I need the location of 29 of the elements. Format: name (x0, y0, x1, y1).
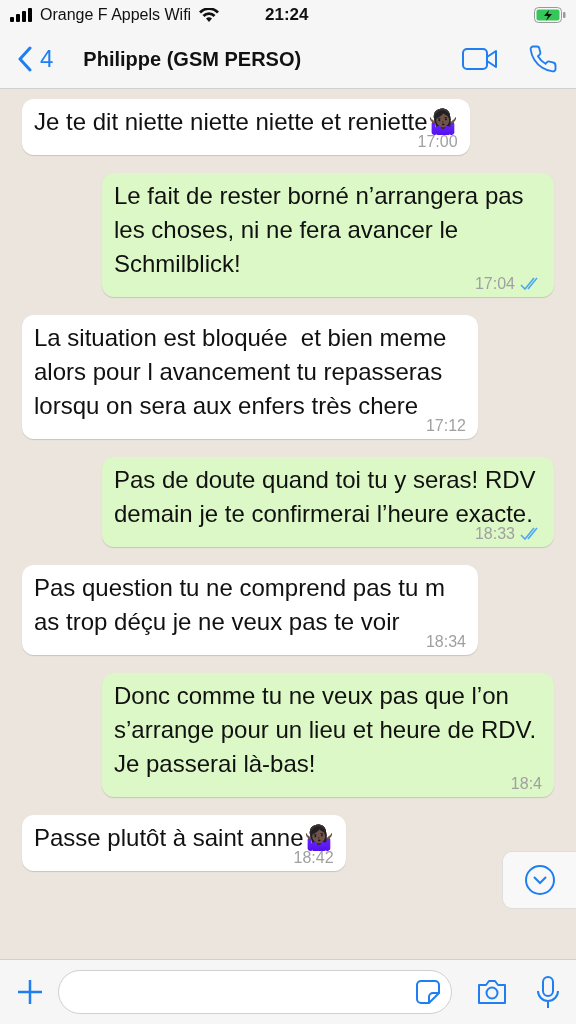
message-text: Je te dit niette niette niette et reniette🤷🏿‍♀ (34, 107, 458, 135)
message-text: Le fait de rester borné n’arrangera pas les choses, ni ne fera avancer le Schmilblick! (114, 181, 525, 277)
chevron-left-icon[interactable] (18, 46, 32, 72)
contact-name[interactable]: Philippe (GSM PERSO) (83, 47, 432, 71)
message-time: 17:04 (474, 275, 515, 293)
message-time: 17:12 (425, 417, 466, 435)
message-text: Donc comme tu ne veux pas que l’on s’arrange pour un lieu et heure de RDV. Je passerai là-bas! (114, 681, 538, 777)
wifi-icon (199, 8, 220, 22)
chevron-down-circle-icon[interactable] (523, 864, 556, 896)
scroll-down-button[interactable] (502, 851, 576, 909)
message-time: 18:33 (474, 525, 515, 543)
signal-icon (10, 8, 34, 22)
message-input-field[interactable] (58, 970, 452, 1014)
message-time: 18:4 (510, 775, 542, 793)
add-icon[interactable] (16, 978, 44, 1006)
video-call-icon[interactable] (462, 47, 498, 71)
message-text: Passe plutôt à saint anne🤷🏿‍♀ (34, 823, 334, 851)
clock-time: 21:24 (265, 5, 309, 25)
message-text: Pas question tu ne comprend pas tu m as trop déçu je ne veux pas te voir (34, 573, 446, 635)
sticker-icon[interactable] (415, 979, 441, 1005)
camera-icon[interactable] (476, 978, 508, 1006)
message-text: La situation est bloquée et bien meme alors pour l avancement tu repasseras lorsqu on sera aux enfers très chere (34, 323, 448, 419)
message-time: 18:34 (425, 633, 466, 651)
phone-call-icon[interactable] (528, 44, 558, 74)
carrier-name: Orange F Appels Wifi (40, 6, 192, 24)
microphone-icon[interactable] (536, 975, 560, 1009)
battery-icon (534, 7, 566, 23)
message-text: Pas de doute quand toi tu y seras! RDV demain je te confirmerai l’heure exacte. (114, 465, 537, 527)
back-button[interactable]: 4 (18, 45, 54, 73)
